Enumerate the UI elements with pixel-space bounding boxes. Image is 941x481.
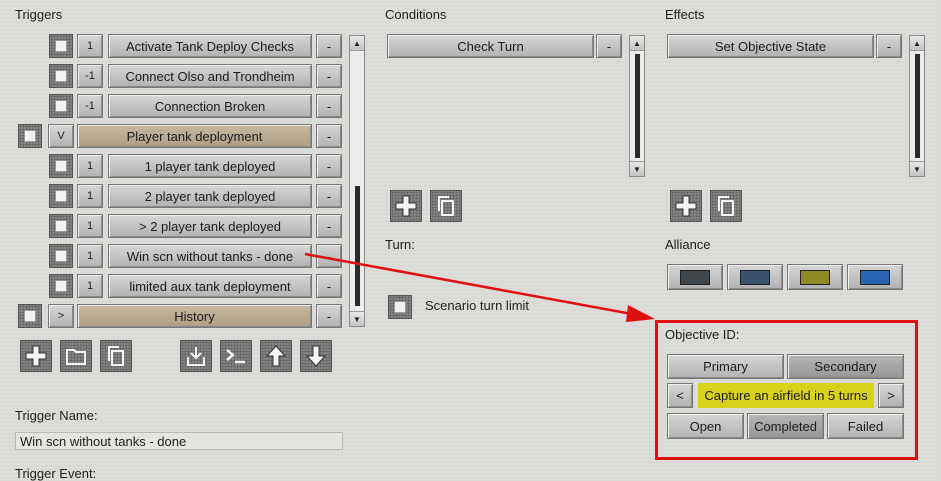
annotation-arrow <box>304 252 655 322</box>
